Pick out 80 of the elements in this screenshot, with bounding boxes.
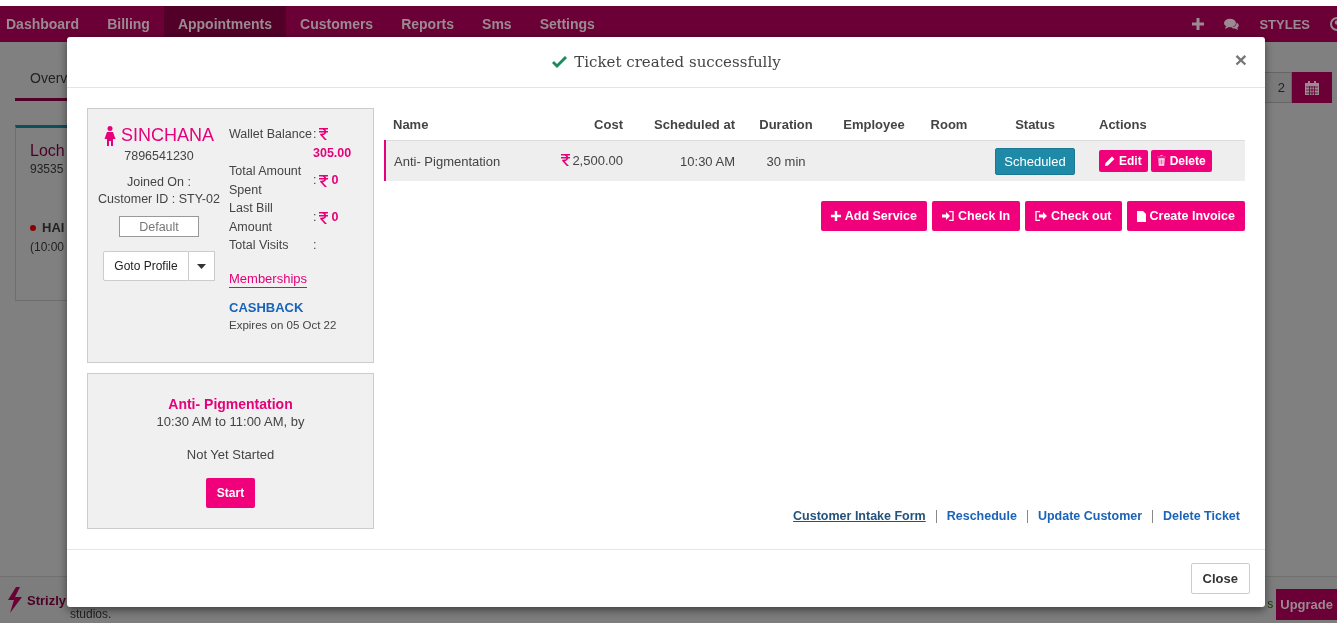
check-icon bbox=[551, 55, 569, 69]
column-header: Scheduled at bbox=[654, 117, 735, 133]
appointment-time: 10:30 AM to 11:00 AM, by bbox=[156, 414, 305, 430]
rupee-icon bbox=[319, 174, 329, 187]
status-dot-icon bbox=[30, 224, 36, 231]
service-name: Anti- Pigmentation bbox=[168, 396, 293, 413]
check-out-button[interactable]: Check out bbox=[1025, 201, 1122, 232]
caret-icon bbox=[196, 263, 206, 269]
close-button[interactable]: Close bbox=[1190, 563, 1250, 595]
event-time: (10:00 bbox=[30, 240, 65, 254]
plus-icon[interactable] bbox=[1192, 18, 1205, 30]
start-button[interactable]: Start bbox=[205, 478, 256, 509]
column-header: Cost bbox=[594, 117, 623, 133]
column-header: Status bbox=[1015, 117, 1055, 133]
stat-value: 305.00 bbox=[313, 144, 352, 162]
default-button[interactable]: Default bbox=[119, 216, 199, 238]
edit-button[interactable]: Edit bbox=[1099, 150, 1148, 173]
joined-label: Joined On : bbox=[127, 175, 191, 190]
stat-value: 0 bbox=[331, 172, 339, 190]
action-link[interactable]: Update Customer bbox=[1037, 509, 1143, 524]
delete-button[interactable]: Delete bbox=[1150, 149, 1212, 172]
customer-name: SINCHANA bbox=[121, 125, 214, 147]
column-header: Room bbox=[930, 117, 968, 133]
action-link[interactable]: Reschedule bbox=[946, 509, 1017, 524]
dropdown-toggle-button[interactable] bbox=[188, 251, 215, 282]
card-title: Loch bbox=[30, 142, 65, 160]
column-header: Duration bbox=[759, 117, 813, 133]
status-badge: Scheduled bbox=[995, 147, 1075, 175]
table-cell: 2,500.00 bbox=[561, 152, 623, 168]
sign-in-icon bbox=[942, 211, 954, 222]
colon-separator: : bbox=[313, 209, 317, 227]
calendar-icon bbox=[1305, 80, 1319, 95]
memberships-link[interactable]: Memberships bbox=[229, 270, 308, 288]
file-icon bbox=[1136, 210, 1146, 222]
rupee-icon bbox=[561, 154, 571, 167]
appointment-status: Not Yet Started bbox=[186, 447, 275, 463]
stat-label: Total Amount Spent bbox=[229, 163, 303, 199]
calendar-button[interactable] bbox=[1292, 72, 1332, 103]
customer-id: Customer ID : STY-02 bbox=[98, 192, 220, 207]
colon-separator: : bbox=[313, 237, 317, 255]
column-header: Employee bbox=[843, 117, 905, 133]
membership-expiry: Expires on 05 Oct 22 bbox=[229, 318, 337, 331]
action-link[interactable]: Customer Intake Form bbox=[793, 509, 926, 524]
stat-label: Total Visits bbox=[229, 237, 290, 255]
pencil-icon bbox=[1105, 156, 1115, 167]
goto-profile-button[interactable]: Goto Profile bbox=[103, 251, 189, 282]
upgrade-button[interactable]: Upgrade bbox=[1276, 588, 1337, 620]
membership-name: CASHBACK bbox=[229, 299, 304, 315]
stat-label: Wallet Balance bbox=[229, 126, 313, 144]
add-button[interactable]: Add Service bbox=[820, 201, 927, 232]
rupee-icon bbox=[319, 211, 329, 224]
logo-text: Strizly bbox=[27, 592, 66, 608]
female-person-icon bbox=[104, 125, 116, 146]
sign-out-icon bbox=[1035, 211, 1048, 222]
check-in-button[interactable]: Check In bbox=[932, 201, 1021, 232]
footer-text: studios. bbox=[70, 608, 112, 621]
invoice-button[interactable]: Create Invoice bbox=[1126, 201, 1245, 232]
column-header: Name bbox=[393, 117, 429, 133]
table-cell: 10:30 AM bbox=[680, 153, 735, 169]
chat-icon[interactable] bbox=[1224, 18, 1240, 30]
trash-icon bbox=[1156, 155, 1166, 167]
event-label: HAI bbox=[42, 220, 65, 235]
plus-icon bbox=[830, 211, 841, 222]
nav-item[interactable]: STYLES bbox=[1259, 16, 1310, 32]
rupee-icon bbox=[319, 128, 329, 141]
phone-number: 7896541230 bbox=[124, 149, 194, 164]
nav-item[interactable]: Dashboard bbox=[0, 6, 94, 42]
stat-label: Last Bill Amount bbox=[229, 200, 274, 236]
footer-text: s bbox=[1267, 597, 1274, 611]
column-header: Actions bbox=[1099, 117, 1147, 133]
stat-value: 0 bbox=[331, 209, 339, 227]
modal-title: Ticket created successfully bbox=[574, 53, 781, 72]
table-cell: 30 min bbox=[766, 153, 806, 169]
phone-number: 93535 bbox=[30, 162, 64, 176]
table-cell: Anti- Pigmentation bbox=[394, 153, 501, 169]
colon-separator: : bbox=[313, 172, 317, 190]
close-button[interactable]: × bbox=[1230, 49, 1251, 70]
lightning-logo-icon bbox=[6, 587, 24, 613]
colon-separator: : bbox=[313, 126, 317, 144]
action-link[interactable]: Delete Ticket bbox=[1163, 509, 1240, 524]
